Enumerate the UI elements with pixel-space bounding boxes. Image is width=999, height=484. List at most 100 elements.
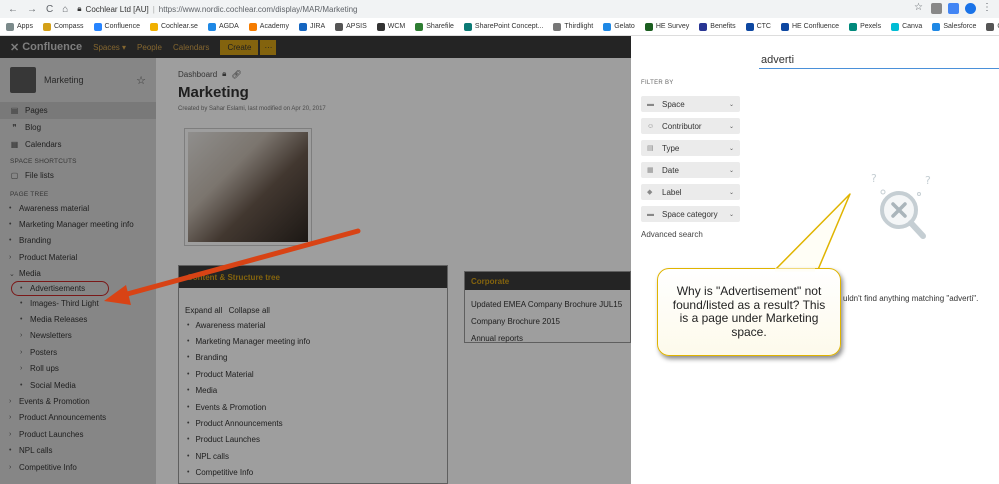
bookmark-item[interactable]: JIRA [298, 22, 325, 31]
tree-item[interactable]: › Product Material [0, 249, 156, 265]
bookmark-item[interactable]: Apps [6, 22, 33, 31]
extension-icon[interactable] [931, 3, 942, 14]
bookmark-item[interactable]: SharePoint Concept... [463, 22, 543, 31]
space-name[interactable]: Marketing [44, 75, 128, 85]
bookmark-item[interactable]: Academy [248, 22, 289, 31]
structure-item[interactable]: • Marketing Manager meeting info [179, 333, 447, 349]
sidebar-item-file-lists[interactable]: ▢ File lists [0, 167, 156, 184]
sidebar-item-pages[interactable]: ▤ Pages [0, 102, 156, 119]
bookmark-item[interactable]: APSIS [335, 22, 367, 31]
structure-item[interactable]: • Events & Promotion [179, 399, 447, 415]
tree-bullet-icon[interactable]: › [9, 431, 14, 438]
tree-item[interactable]: • Branding [0, 233, 156, 249]
filter-type-dropdown[interactable]: ▤ Type ⌄ [641, 140, 740, 156]
tree-bullet-icon[interactable]: › [9, 464, 14, 471]
filter-space-category-dropdown[interactable]: ▬ Space category ⌄ [641, 206, 740, 222]
breadcrumb-dashboard[interactable]: Dashboard [178, 70, 217, 79]
bookmark-item[interactable]: HE Confluence [780, 22, 839, 31]
structure-item[interactable]: • NPL calls [179, 448, 447, 464]
tree-bullet-icon[interactable]: • [20, 285, 25, 292]
filter-label-dropdown[interactable]: ◆ Label ⌄ [641, 184, 740, 200]
tree-bullet-icon[interactable]: ⌄ [9, 270, 15, 278]
home-icon[interactable]: ⌂ [62, 4, 68, 15]
nav-calendars[interactable]: Calendars [173, 43, 209, 52]
tree-item[interactable]: • Social Media [0, 377, 156, 393]
tree-item[interactable]: ⌄ Media [0, 266, 156, 282]
corporate-link[interactable]: Company Brochure 2015 [465, 313, 630, 330]
tree-item[interactable]: › Product Announcements [0, 410, 156, 426]
menu-icon[interactable]: ⋮ [982, 3, 993, 14]
create-more-button[interactable]: ··· [260, 39, 277, 55]
structure-item[interactable]: • Media [179, 383, 447, 399]
tree-item[interactable]: • Awareness material [0, 200, 156, 216]
address-bar[interactable]: 🔒︎ Cochlear Ltd [AU] | https://www.nordi… [77, 4, 357, 14]
structure-item[interactable]: • Product Announcements [179, 415, 447, 431]
structure-item[interactable]: • Competitive Info [179, 465, 447, 481]
corporate-link[interactable]: Updated EMEA Company Brochure JUL15 [465, 296, 630, 313]
tree-item[interactable]: › Posters [0, 344, 156, 360]
star-icon[interactable]: ☆ [914, 3, 925, 14]
bookmark-item[interactable]: HE Survey [644, 22, 689, 31]
bookmark-item[interactable]: Compass [42, 22, 84, 31]
bookmark-item[interactable]: Cochlear.se [149, 22, 198, 31]
nav-people[interactable]: People [137, 43, 162, 52]
forward-icon[interactable]: → [27, 4, 37, 15]
advanced-search-link[interactable]: Advanced search [641, 230, 703, 239]
tree-bullet-icon[interactable]: › [20, 332, 25, 339]
tree-bullet-icon[interactable]: • [9, 205, 14, 212]
tree-item[interactable]: › Competitive Info [0, 459, 156, 475]
tree-bullet-icon[interactable]: › [9, 414, 14, 421]
sidebar-item-calendars[interactable]: ▦ Calendars [0, 136, 156, 153]
structure-item[interactable]: • Product Material [179, 366, 447, 382]
tree-bullet-icon[interactable]: • [20, 300, 25, 307]
tree-item[interactable]: › Events & Promotion [0, 393, 156, 409]
filter-contributor-dropdown[interactable]: ☺ Contributor ⌄ [641, 118, 740, 134]
bookmark-item[interactable]: Salesforce [932, 22, 976, 31]
bookmark-item[interactable]: Canva [891, 22, 922, 31]
tree-bullet-icon[interactable]: • [20, 382, 25, 389]
bookmark-item[interactable]: Oracle [986, 22, 999, 31]
tree-item[interactable]: › Newsletters [0, 328, 156, 344]
tree-item[interactable]: • Media Releases [0, 311, 156, 327]
structure-item[interactable]: • Product Launches [179, 432, 447, 448]
sidebar-item-blog[interactable]: ❞ Blog [0, 119, 156, 136]
tree-item[interactable]: • Images- Third Light [0, 295, 156, 311]
bookmark-item[interactable]: CTC [745, 22, 771, 31]
tree-item[interactable]: › Product Launches [0, 426, 156, 442]
extension-icon[interactable] [965, 3, 976, 14]
link-icon[interactable]: 🔗︎ [231, 70, 241, 79]
favourite-star-icon[interactable]: ☆ [136, 74, 146, 87]
tree-bullet-icon[interactable]: • [9, 237, 14, 244]
structure-item[interactable]: • Awareness material [179, 317, 447, 333]
tree-item[interactable]: • Marketing Manager meeting info [0, 216, 156, 232]
bookmark-item[interactable]: Confluence [93, 22, 140, 31]
extension-icon[interactable] [948, 3, 959, 14]
filter-space-dropdown[interactable]: ▬ Space ⌄ [641, 96, 740, 112]
tree-bullet-icon[interactable]: › [20, 365, 25, 372]
bookmark-item[interactable]: Gelato [603, 22, 635, 31]
bookmark-item[interactable]: WCM [376, 22, 405, 31]
back-icon[interactable]: ← [8, 4, 18, 15]
bookmark-item[interactable]: Benefits [699, 22, 736, 31]
tree-item-advertisements[interactable]: • Advertisements [11, 280, 109, 296]
nav-spaces[interactable]: Spaces ▾ [93, 43, 126, 52]
filter-date-dropdown[interactable]: ▦ Date ⌄ [641, 162, 740, 178]
bookmark-item[interactable]: Sharefile [415, 22, 454, 31]
tree-bullet-icon[interactable]: • [20, 316, 25, 323]
bookmark-item[interactable]: AGDA [207, 22, 239, 31]
expand-all-link[interactable]: Expand all [185, 306, 222, 315]
tree-bullet-icon[interactable]: • [9, 221, 14, 228]
tree-bullet-icon[interactable]: • [9, 447, 14, 454]
corporate-link[interactable]: Annual reports [465, 330, 630, 347]
url-text[interactable]: https://www.nordic.cochlear.com/display/… [159, 5, 358, 14]
collapse-all-link[interactable]: Collapse all [229, 306, 270, 315]
confluence-logo[interactable]: ✕ Confluence [10, 41, 82, 54]
tree-bullet-icon[interactable]: › [9, 254, 14, 261]
lock-icon[interactable]: 🔒︎ [222, 69, 226, 79]
bookmark-item[interactable]: Thirdlight [553, 22, 593, 31]
tree-bullet-icon[interactable]: › [9, 398, 14, 405]
bookmark-item[interactable]: Pexels [849, 22, 881, 31]
tree-item[interactable]: › Roll ups [0, 361, 156, 377]
reload-icon[interactable]: C [46, 4, 53, 15]
structure-item[interactable]: • Branding [179, 350, 447, 366]
